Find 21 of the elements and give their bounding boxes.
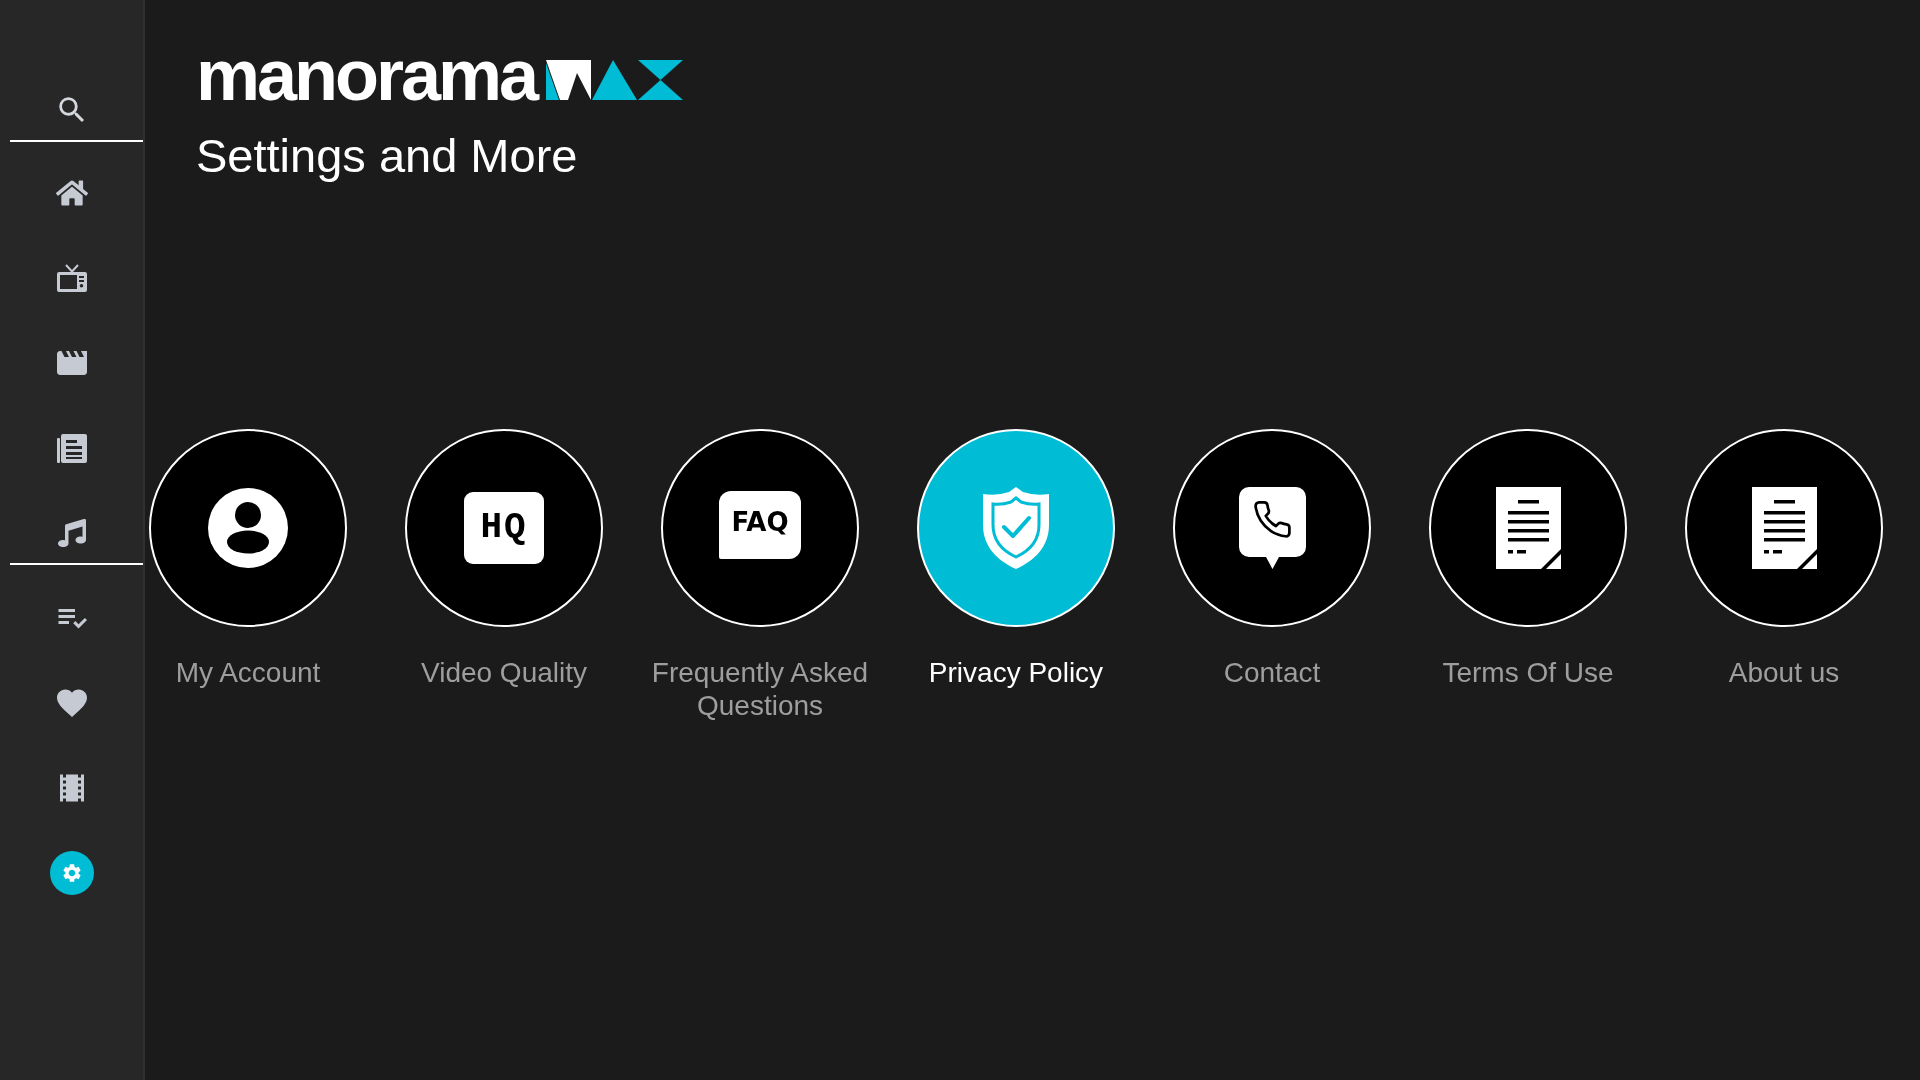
newspaper-icon (56, 433, 87, 463)
nav-button[interactable] (49, 851, 94, 895)
triangle-logo-icon (546, 60, 684, 100)
user-avatar-icon (208, 488, 288, 568)
option-label: Video Quality (421, 656, 587, 689)
quality-badge: HQ (464, 492, 544, 564)
option-label: Privacy Policy (928, 656, 1104, 689)
speech-bubble: FAQ (719, 491, 801, 559)
shield-check-icon (983, 487, 1049, 569)
option-label: My Account (175, 656, 321, 689)
music-icon (57, 519, 86, 547)
logo-wordmark: manorama (196, 39, 537, 111)
option-label: Contact (1223, 656, 1321, 689)
option-label: Frequently Asked Questions (650, 656, 870, 722)
option-label: About us (1728, 656, 1840, 689)
option-label: Terms Of Use (1442, 656, 1614, 689)
document-icon (1751, 487, 1817, 569)
phone-bubble-icon (1238, 487, 1306, 569)
document-icon (1495, 487, 1561, 569)
tv-icon (56, 264, 87, 292)
settings-icon (60, 862, 83, 884)
